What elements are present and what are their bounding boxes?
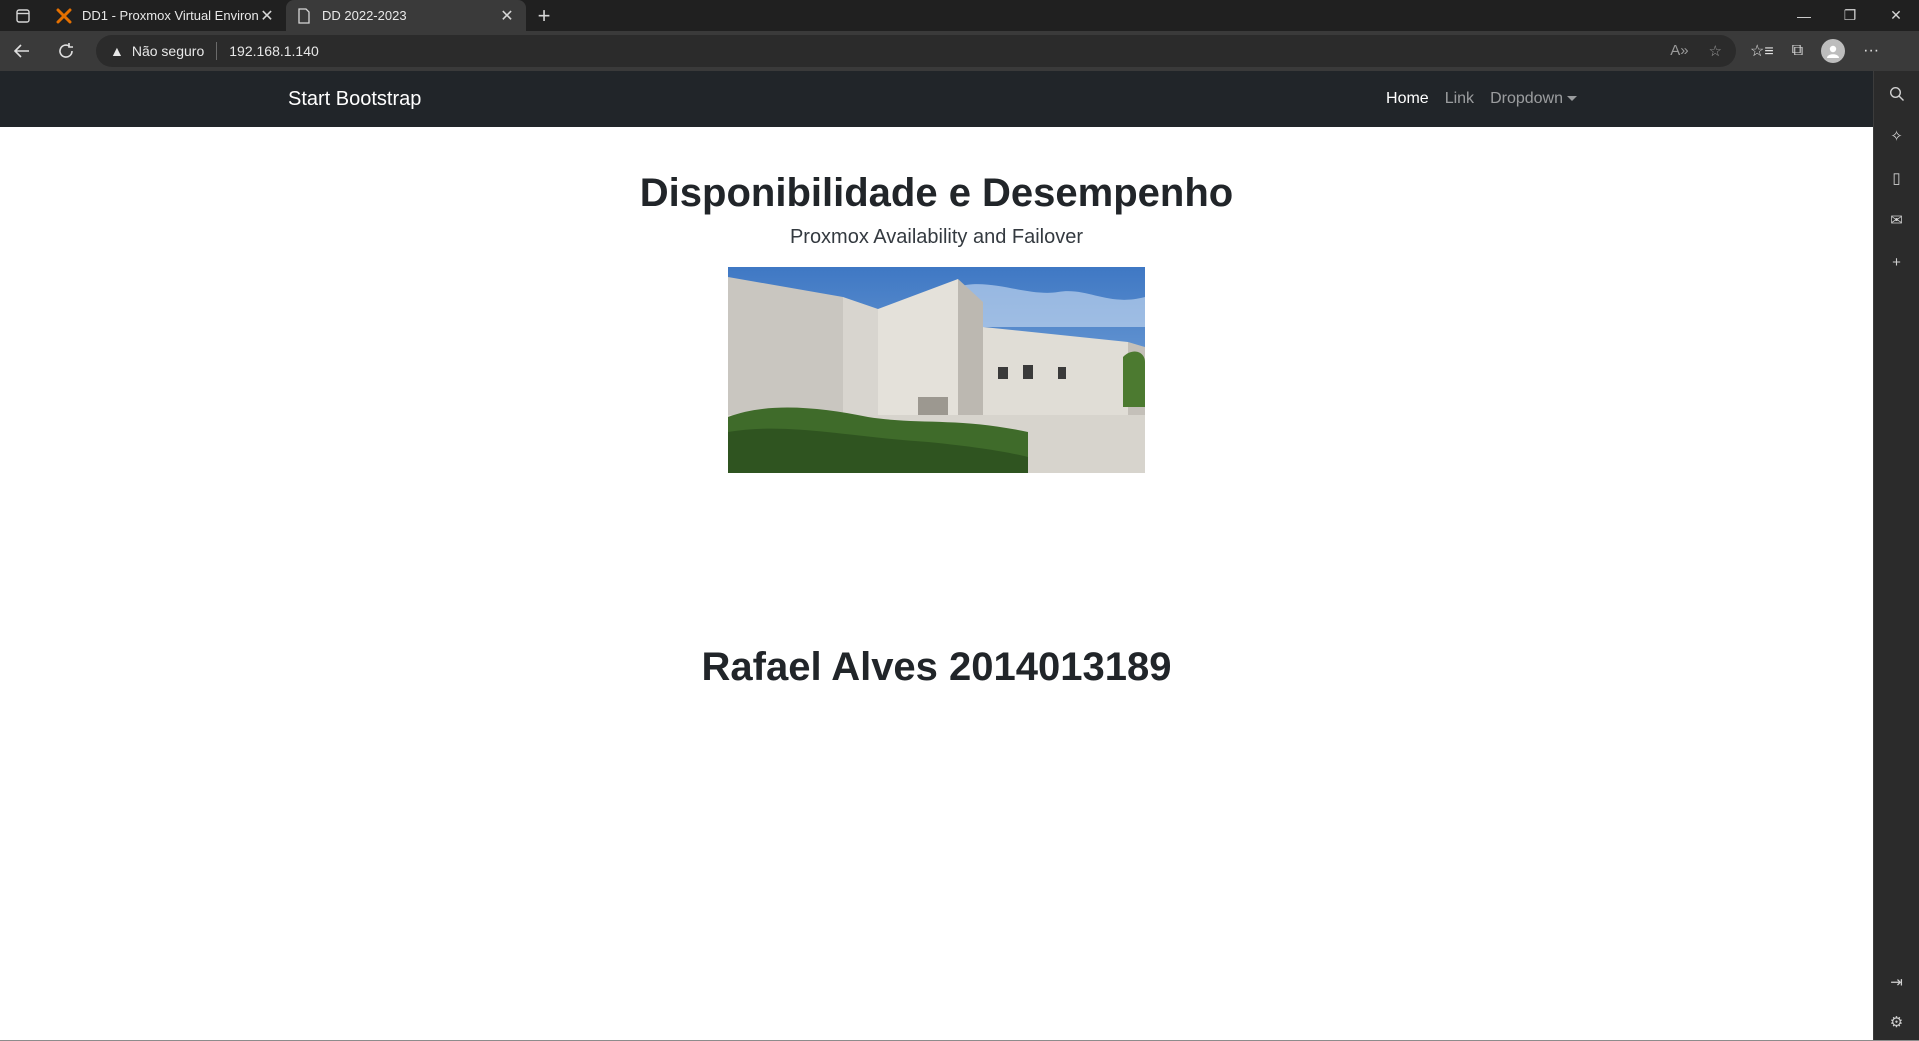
tab-bar: DD1 - Proxmox Virtual Environm ✕ DD 2022…: [0, 0, 1919, 31]
window-close-button[interactable]: ✕: [1873, 0, 1919, 31]
tab-actions-icon: [16, 8, 30, 23]
nav-dropdown-label: Dropdown: [1490, 90, 1563, 107]
add-icon[interactable]: +: [1886, 251, 1908, 273]
building-photo: [728, 267, 1145, 473]
reload-button[interactable]: [44, 31, 88, 71]
favorites-icon[interactable]: ☆≡: [1750, 41, 1774, 61]
tab-title: DD 2022-2023: [322, 8, 407, 23]
reload-icon: [59, 43, 73, 58]
outlook-icon[interactable]: ✉: [1886, 209, 1908, 231]
page-title: Disponibilidade e Desempenho: [639, 171, 1234, 215]
add-favorite-icon[interactable]: ☆: [1709, 42, 1722, 60]
caret-down-icon: [1567, 96, 1577, 102]
browser-sidebar: ✧ ▯ ✉ + ⇥ ⚙: [1873, 71, 1919, 1041]
search-icon[interactable]: [1886, 83, 1908, 105]
read-aloud-icon[interactable]: A»: [1670, 42, 1688, 60]
divider: [216, 42, 218, 60]
close-icon[interactable]: ✕: [258, 6, 276, 26]
site-navbar: Start Bootstrap Home Link Dropdown: [0, 71, 1873, 127]
close-icon[interactable]: ✕: [498, 6, 516, 26]
tab-dd[interactable]: DD 2022-2023 ✕: [286, 0, 526, 31]
window-controls: — ❐ ✕: [1781, 0, 1919, 31]
address-bar[interactable]: ▲ Não seguro 192.168.1.140 A» ☆: [96, 35, 1736, 67]
security-label[interactable]: Não seguro: [132, 43, 204, 59]
restore-button[interactable]: ❐: [1827, 0, 1873, 31]
page-subtitle: Proxmox Availability and Failover: [789, 226, 1084, 248]
address-toolbar: ▲ Não seguro 192.168.1.140 A» ☆ ☆≡ ⧉ ···: [0, 31, 1919, 71]
office-icon[interactable]: ▯: [1886, 167, 1908, 189]
profile-avatar[interactable]: [1821, 39, 1846, 63]
proxmox-icon: [56, 8, 72, 24]
page-viewport: Start Bootstrap Home Link Dropdown Dispo…: [0, 71, 1873, 1041]
minimize-button[interactable]: —: [1781, 0, 1827, 31]
url-text[interactable]: 192.168.1.140: [229, 43, 319, 59]
discover-icon[interactable]: ✧: [1886, 125, 1908, 147]
tab-actions-button[interactable]: [0, 0, 46, 31]
warning-icon[interactable]: ▲: [110, 43, 124, 59]
tab-title: DD1 - Proxmox Virtual Environm: [82, 8, 258, 23]
nav-link-home[interactable]: Home: [1386, 90, 1429, 108]
more-icon[interactable]: ···: [1863, 42, 1879, 60]
tab-proxmox[interactable]: DD1 - Proxmox Virtual Environm ✕: [46, 0, 286, 31]
navbar-brand[interactable]: Start Bootstrap: [288, 88, 421, 111]
new-tab-button[interactable]: +: [526, 0, 562, 31]
collections-icon[interactable]: ⧉: [1792, 42, 1803, 60]
navbar-links: Home Link Dropdown: [1386, 90, 1577, 108]
main-content: Disponibilidade e Desempenho Proxmox Ava…: [0, 171, 1873, 690]
page-icon: [296, 7, 312, 24]
settings-icon[interactable]: ⚙: [1886, 1011, 1908, 1033]
back-icon: [13, 44, 29, 58]
author-heading: Rafael Alves 2014013189: [701, 645, 1172, 689]
hide-sidebar-icon[interactable]: ⇥: [1886, 971, 1908, 993]
nav-link-link[interactable]: Link: [1445, 90, 1474, 108]
nav-dropdown[interactable]: Dropdown: [1490, 90, 1577, 108]
back-button[interactable]: [0, 31, 44, 71]
